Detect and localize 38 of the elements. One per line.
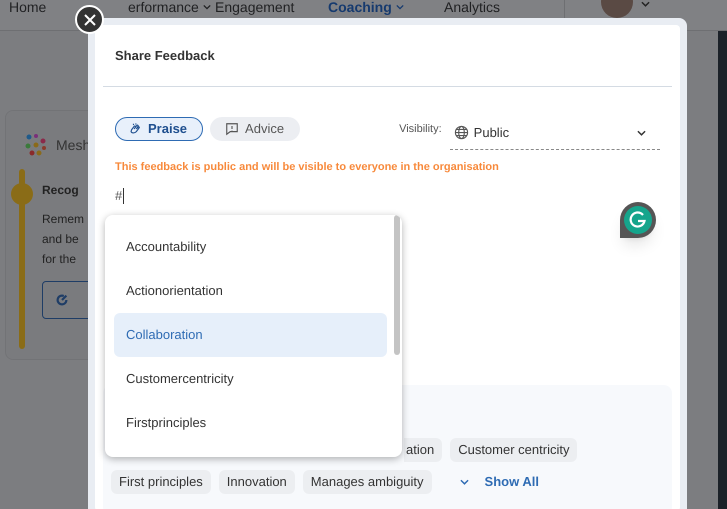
feedback-type-tab[interactable]: Praise (115, 117, 204, 141)
tag-chip[interactable]: Customer centricity (450, 438, 578, 462)
refresh-icon (55, 293, 69, 307)
tag-chip[interactable]: Innovation (218, 470, 295, 494)
modal-title: Share Feedback (115, 46, 215, 65)
visibility-select[interactable]: Public (450, 116, 660, 150)
feedback-input[interactable]: # (115, 188, 124, 204)
card-text: Remem (42, 211, 86, 228)
chevron-down-icon (460, 478, 469, 484)
nav-tab[interactable]: Home (0, 0, 120, 22)
suggestion-item[interactable]: Firstprinciples (114, 401, 387, 445)
card-text: for the (42, 251, 78, 268)
feedback-type-tab[interactable]: Advice (210, 117, 300, 141)
tag-chip[interactable]: ation (404, 438, 442, 462)
globe-icon (454, 125, 469, 140)
speech-bubble-icon (225, 122, 240, 136)
grammarly-button[interactable] (620, 202, 656, 238)
tag-chip[interactable]: Manages ambiguity (302, 470, 432, 494)
visibility-notice: This feedback is public and will be visible to everyone in the organisation (114, 160, 500, 175)
suggestion-item[interactable]: Collaboration (114, 313, 387, 357)
refresh-icon (624, 206, 652, 234)
logo-icon (24, 133, 48, 157)
scrollbar[interactable] (394, 215, 400, 355)
nav-tab[interactable]: erformance (120, 0, 215, 22)
show-all-button[interactable]: Show All (460, 472, 539, 492)
close-icon (84, 14, 96, 26)
nav-tab[interactable]: Analytics (444, 0, 564, 22)
chevron-down-icon (636, 130, 646, 136)
tag-chip[interactable]: First principles (111, 470, 211, 494)
nav-tab[interactable]: Engagement (215, 0, 328, 22)
suggestion-item[interactable]: Customercentricity (114, 357, 387, 401)
suggestion-item[interactable]: Accountability (114, 225, 387, 269)
section-title: Recog (42, 182, 80, 199)
suggestion-item[interactable]: Actionorientation (114, 269, 387, 313)
card-text: and be (42, 231, 80, 248)
chevron-down-icon (641, 1, 650, 7)
clapping-hands-icon (128, 122, 142, 136)
visibility-label: Visibility: (399, 122, 442, 137)
